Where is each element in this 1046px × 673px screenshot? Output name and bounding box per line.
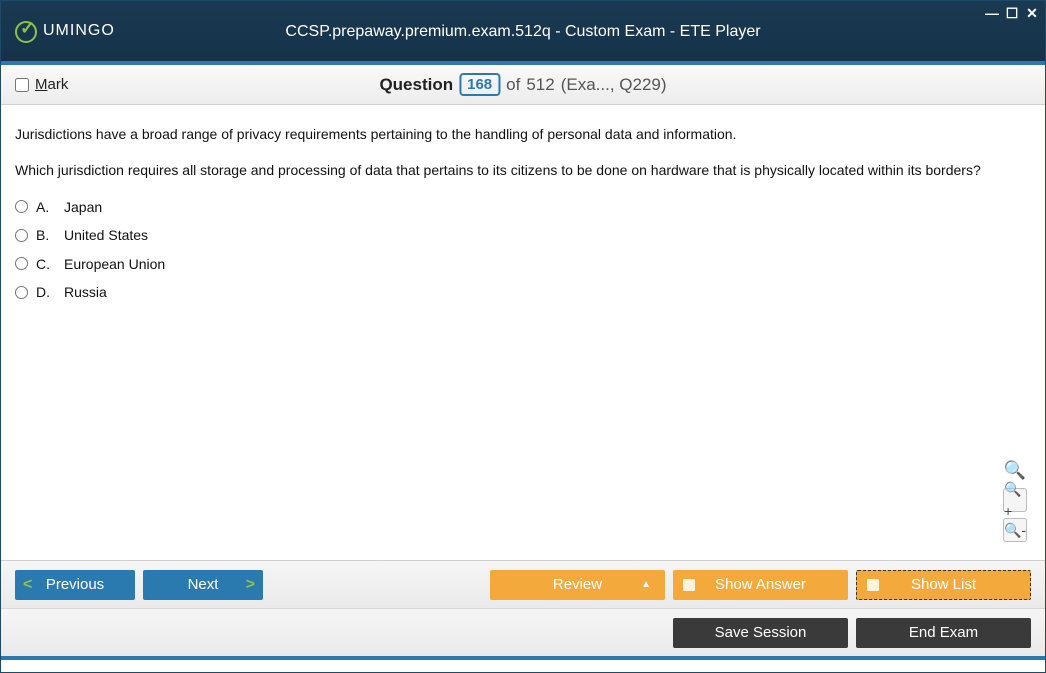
zoom-out-icon[interactable]: 🔍- bbox=[1003, 518, 1027, 542]
bottom-accent-bar bbox=[1, 656, 1045, 660]
show-list-button[interactable]: Show List bbox=[856, 570, 1031, 600]
minimize-icon[interactable]: — bbox=[985, 5, 999, 22]
save-session-button[interactable]: Save Session bbox=[673, 618, 848, 648]
option-d-letter: D. bbox=[36, 281, 56, 303]
option-b-text: United States bbox=[64, 224, 148, 246]
option-c-radio[interactable] bbox=[15, 257, 28, 270]
previous-label: Previous bbox=[46, 576, 104, 593]
mark-checkbox-input[interactable] bbox=[15, 78, 29, 92]
zoom-tools: 🔍 🔍+ 🔍- bbox=[1003, 458, 1027, 542]
question-number[interactable]: 168 bbox=[459, 73, 500, 96]
option-d-text: Russia bbox=[64, 281, 107, 303]
previous-button[interactable]: < Previous bbox=[15, 570, 135, 600]
question-word: Question bbox=[379, 75, 453, 95]
option-a-text: Japan bbox=[64, 196, 102, 218]
option-d-radio[interactable] bbox=[15, 286, 28, 299]
next-label: Next bbox=[188, 576, 219, 593]
options-list: A. Japan B. United States C. European Un… bbox=[15, 196, 1031, 304]
app-title: CCSP.prepaway.premium.exam.512q - Custom… bbox=[285, 23, 760, 41]
of-word: of bbox=[506, 75, 520, 95]
question-prompt: Which jurisdiction requires all storage … bbox=[15, 159, 1031, 181]
option-c-text: European Union bbox=[64, 253, 165, 275]
question-content: Jurisdictions have a broad range of priv… bbox=[1, 105, 1045, 560]
option-c-letter: C. bbox=[36, 253, 56, 275]
save-session-label: Save Session bbox=[715, 624, 807, 641]
option-a[interactable]: A. Japan bbox=[15, 196, 1031, 218]
show-list-label: Show List bbox=[911, 576, 976, 593]
question-context: Jurisdictions have a broad range of priv… bbox=[15, 123, 1031, 145]
logo-text: UMINGO bbox=[43, 22, 115, 40]
logo-check-icon bbox=[13, 19, 37, 43]
question-bar: Mark Question 168 of 512 (Exa..., Q229) bbox=[1, 65, 1045, 105]
chevron-left-icon: < bbox=[23, 576, 32, 594]
mark-label-rest: ark bbox=[48, 76, 69, 93]
mark-checkbox[interactable]: Mark bbox=[15, 76, 68, 93]
chevron-right-icon: > bbox=[246, 576, 255, 594]
footer-nav: < Previous Next > Review ▲ Show Answer S… bbox=[1, 560, 1045, 608]
option-a-radio[interactable] bbox=[15, 200, 28, 213]
zoom-in-icon[interactable]: 🔍+ bbox=[1003, 488, 1027, 512]
review-label: Review bbox=[553, 576, 602, 593]
option-b-radio[interactable] bbox=[15, 229, 28, 242]
question-meta: (Exa..., Q229) bbox=[561, 75, 667, 95]
end-exam-label: End Exam bbox=[909, 624, 978, 641]
close-icon[interactable]: ✕ bbox=[1025, 5, 1039, 22]
show-answer-button[interactable]: Show Answer bbox=[673, 570, 848, 600]
maximize-icon[interactable]: ☐ bbox=[1005, 5, 1019, 22]
square-icon bbox=[683, 579, 695, 591]
window-controls: — ☐ ✕ bbox=[985, 5, 1039, 22]
option-a-letter: A. bbox=[36, 196, 56, 218]
option-b-letter: B. bbox=[36, 224, 56, 246]
square-icon bbox=[867, 579, 879, 591]
question-indicator: Question 168 of 512 (Exa..., Q229) bbox=[379, 73, 666, 96]
next-button[interactable]: Next > bbox=[143, 570, 263, 600]
triangle-up-icon: ▲ bbox=[641, 579, 651, 590]
title-bar: UMINGO CCSP.prepaway.premium.exam.512q -… bbox=[1, 1, 1045, 61]
option-b[interactable]: B. United States bbox=[15, 224, 1031, 246]
option-d[interactable]: D. Russia bbox=[15, 281, 1031, 303]
total-questions: 512 bbox=[526, 75, 554, 95]
end-exam-button[interactable]: End Exam bbox=[856, 618, 1031, 648]
review-button[interactable]: Review ▲ bbox=[490, 570, 665, 600]
show-answer-label: Show Answer bbox=[715, 576, 806, 593]
option-c[interactable]: C. European Union bbox=[15, 253, 1031, 275]
footer-session: Save Session End Exam bbox=[1, 608, 1045, 656]
logo: UMINGO bbox=[13, 19, 115, 43]
